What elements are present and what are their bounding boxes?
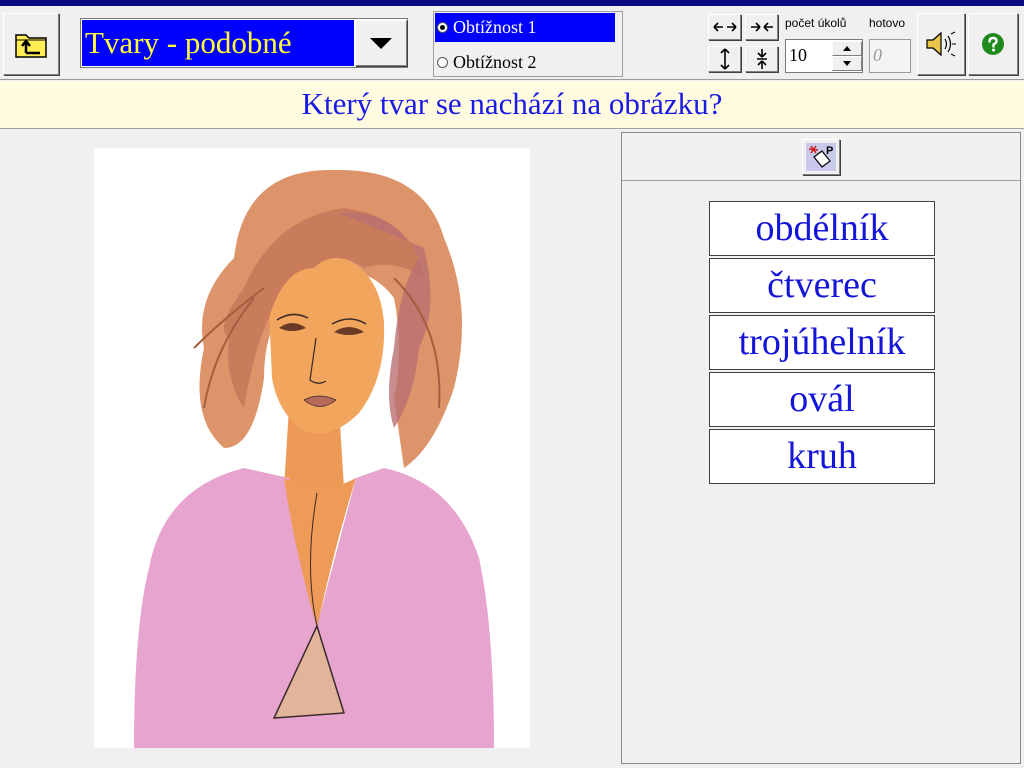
pointer-mode-button[interactable]: P (802, 139, 840, 175)
difficulty-option-2-label: Obtížnost 2 (453, 52, 537, 72)
taller-button[interactable] (708, 46, 741, 72)
activity-value: Tvary - podobné (82, 20, 354, 66)
shorter-button[interactable] (745, 46, 778, 72)
done-label: hotovo (869, 16, 906, 30)
task-count-stepper[interactable]: 10 (785, 39, 863, 73)
answer-option-obdelnik[interactable]: obdélník (709, 201, 935, 256)
answer-option-ctverec[interactable]: čtverec (709, 258, 935, 313)
difficulty-option-1[interactable]: Obtížnost 1 (435, 13, 615, 42)
toolbar: Tvary - podobné Obtížnost 1 Obtížnost 2 (0, 6, 1024, 80)
narrow-button[interactable] (745, 14, 778, 40)
done-value: 0 (873, 45, 882, 65)
activity-select[interactable]: Tvary - podobné (80, 18, 408, 68)
answer-option-oval[interactable]: ovál (709, 372, 935, 427)
spin-up-icon (843, 46, 851, 51)
widen-button[interactable] (708, 14, 741, 40)
arrows-inward-horizontal-icon (750, 22, 773, 32)
help-icon (982, 33, 1004, 55)
help-button[interactable] (968, 13, 1018, 75)
task-count-label: počet úkolů (785, 16, 847, 30)
difficulty-group: Obtížnost 1 Obtížnost 2 (433, 11, 623, 77)
answer-option-kruh[interactable]: kruh (709, 429, 935, 484)
task-count-decrement[interactable] (832, 56, 862, 71)
mouse-pointer-icon: P (806, 143, 836, 171)
task-count-increment[interactable] (832, 41, 862, 56)
sound-button[interactable] (917, 13, 965, 75)
chevron-down-icon (370, 37, 392, 49)
radio-empty-icon (437, 57, 448, 68)
arrows-outward-vertical-icon (719, 48, 730, 70)
activity-dropdown-button[interactable] (355, 20, 407, 66)
svg-text:P: P (826, 145, 833, 157)
done-field: 0 (869, 39, 911, 73)
difficulty-option-1-label: Obtížnost 1 (453, 17, 537, 37)
answers-header: P (622, 133, 1020, 181)
task-count-value: 10 (789, 45, 807, 65)
folder-up-icon (15, 34, 47, 58)
spin-down-icon (843, 61, 851, 66)
answer-option-trojuhelnik[interactable]: trojúhelník (709, 315, 935, 370)
picture-panel (0, 130, 620, 768)
difficulty-option-2[interactable]: Obtížnost 2 (435, 48, 615, 77)
question-prompt: Který tvar se nachází na obrázku? (0, 81, 1024, 129)
back-button[interactable] (3, 13, 59, 75)
arrows-inward-vertical-icon (756, 49, 767, 69)
task-picture (94, 148, 530, 748)
woman-portrait-illustration (134, 169, 494, 748)
speaker-icon (926, 31, 956, 57)
arrows-outward-horizontal-icon (712, 22, 737, 32)
radio-selected-icon (437, 22, 448, 33)
answers-panel: P obdélník čtverec trojúhelník ovál kruh (621, 132, 1021, 764)
